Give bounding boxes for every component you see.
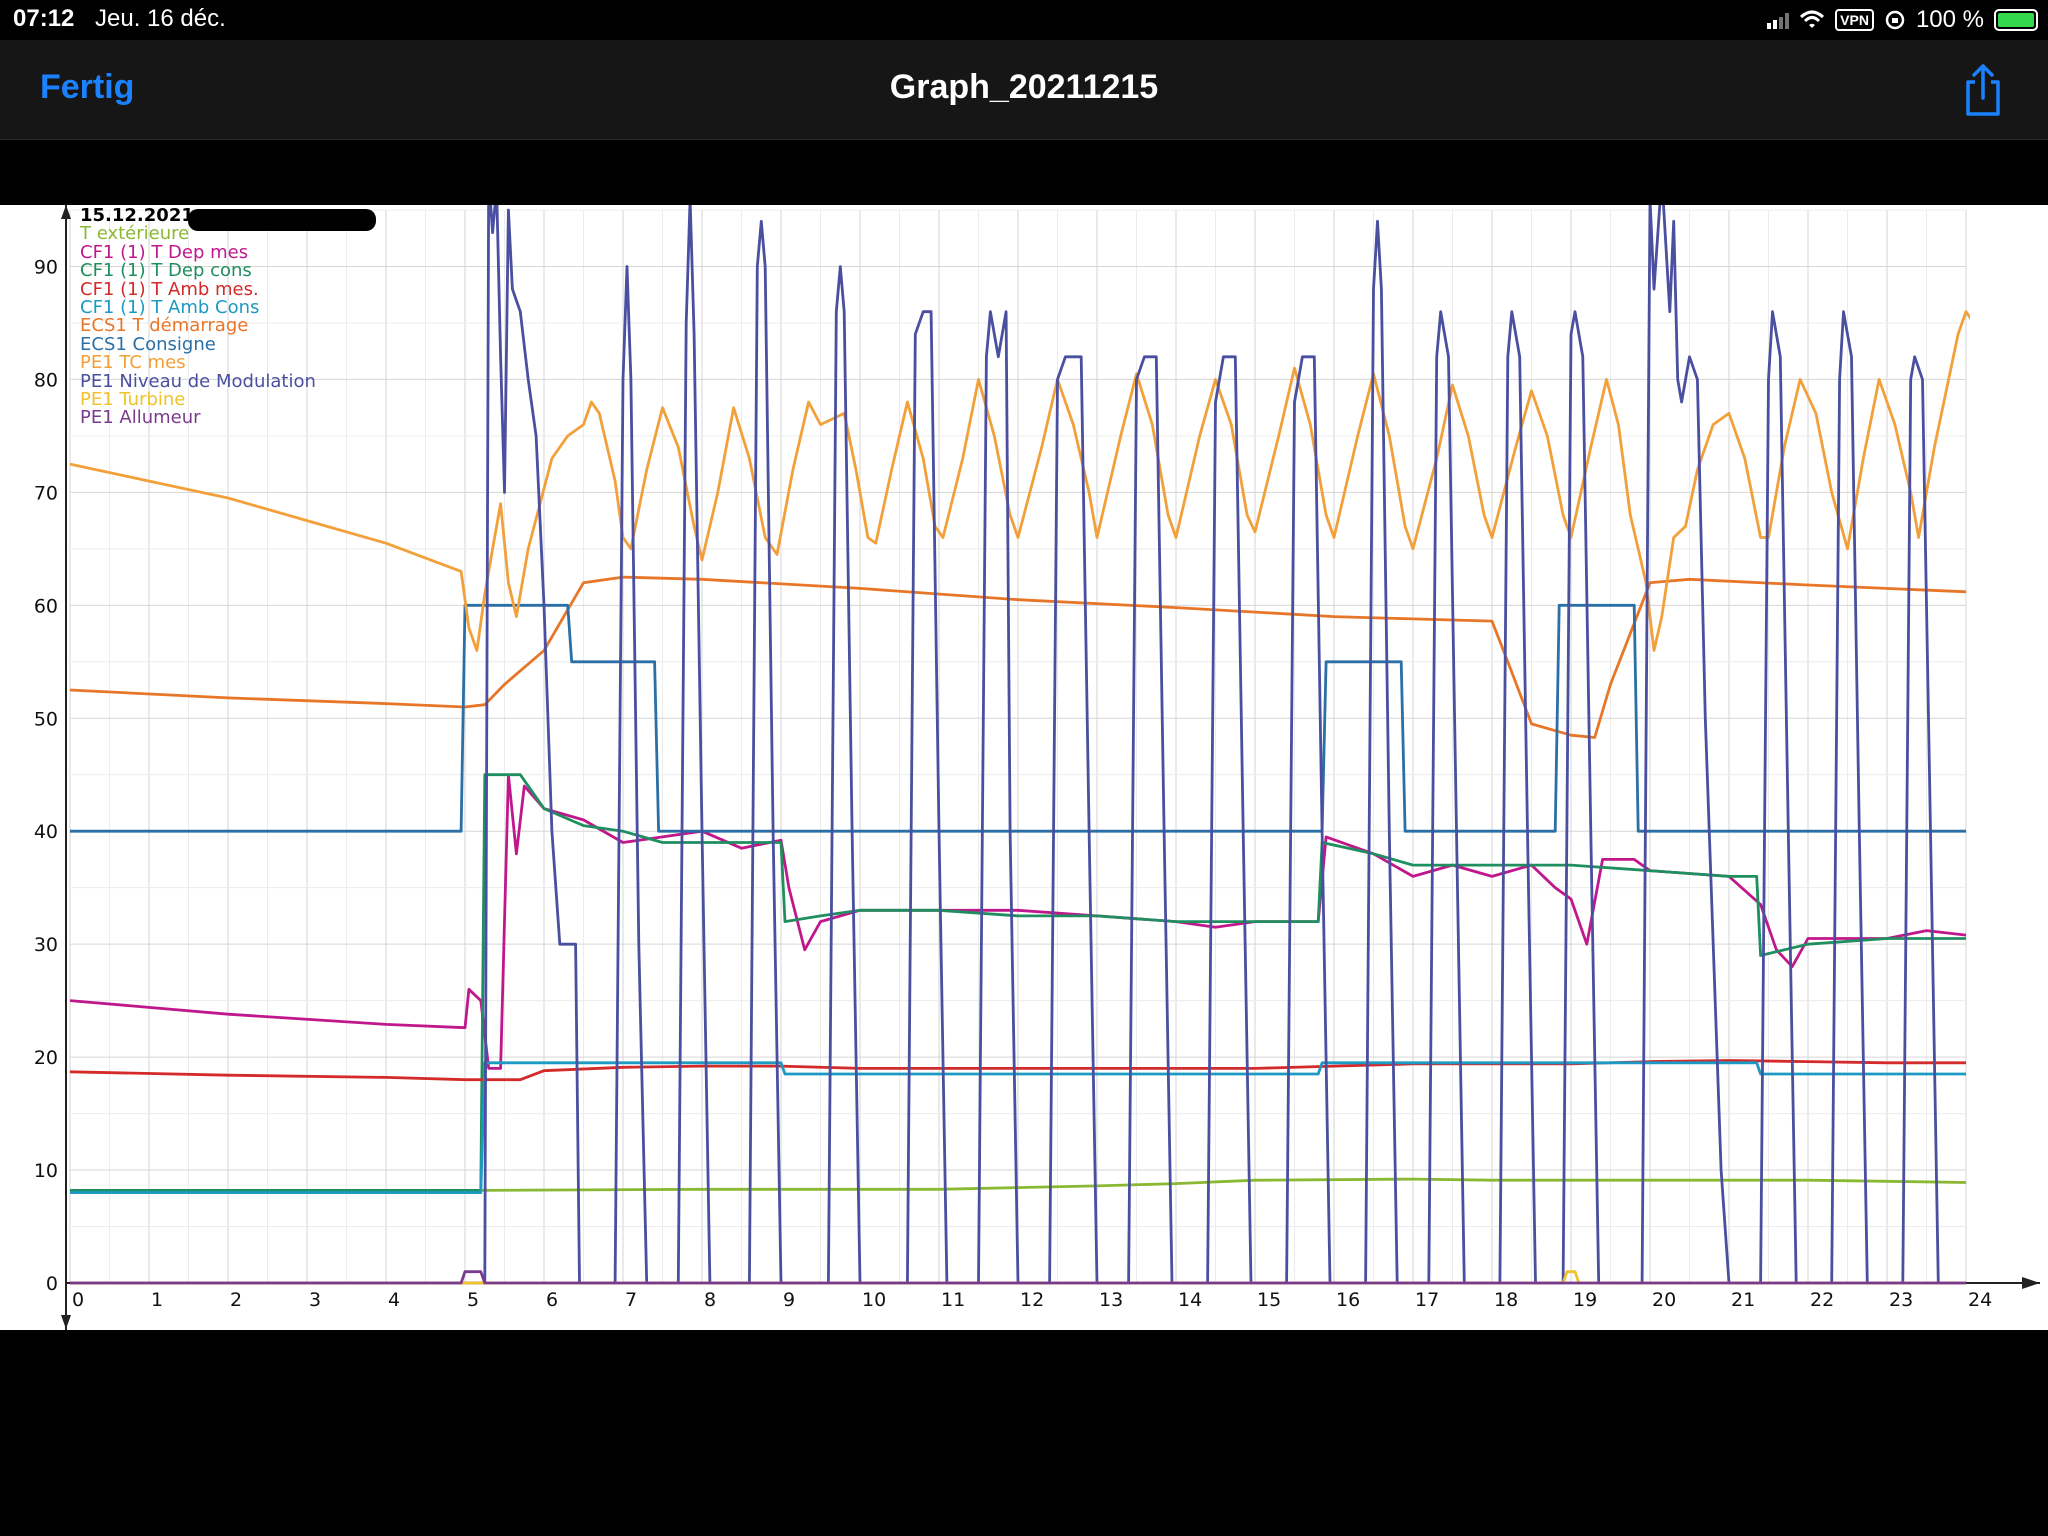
y-tick-label: 40: [34, 821, 58, 843]
x-tick-label: 15: [1257, 1289, 1281, 1311]
vpn-badge: VPN: [1835, 9, 1874, 31]
y-tick-label: 20: [34, 1047, 58, 1069]
y-tick-label: 80: [34, 369, 58, 391]
x-tick-label: 0: [72, 1289, 84, 1311]
redaction-mark: [188, 209, 376, 231]
orientation-lock-icon: [1885, 10, 1905, 30]
wifi-icon: [1800, 10, 1825, 28]
battery-icon: [1994, 9, 2038, 31]
chart-legend: 15.12.2021 T extérieure CF1 (1) T Dep mes…: [80, 206, 316, 429]
y-tick-label: 90: [34, 256, 58, 278]
y-tick-label: 70: [34, 482, 58, 504]
status-time: 07:12: [13, 5, 75, 32]
x-tick-label: 18: [1494, 1289, 1518, 1311]
x-axis-arrow: [2022, 1277, 2040, 1289]
x-tick-label: 24: [1968, 1289, 1992, 1311]
legend-entry: PE1 TC mes: [80, 352, 186, 374]
y-tick-label: 60: [34, 595, 58, 617]
legend-entry: CF1 (1) T Dep cons: [80, 260, 252, 282]
share-icon[interactable]: [1958, 62, 2008, 118]
cellular-signal-icon: [1767, 11, 1790, 29]
y-axis-arrow-down: [61, 1315, 71, 1329]
x-tick-label: 17: [1415, 1289, 1439, 1311]
x-tick-label: 11: [941, 1289, 965, 1311]
x-tick-label: 6: [546, 1289, 558, 1311]
status-bar: 07:12 Jeu. 16 déc. VPN 100 %: [0, 0, 2048, 40]
y-tick-label: 10: [34, 1160, 58, 1182]
y-tick-label: 50: [34, 708, 58, 730]
x-tick-label: 13: [1099, 1289, 1123, 1311]
x-tick-label: 12: [1020, 1289, 1044, 1311]
x-tick-label: 23: [1889, 1289, 1913, 1311]
legend-entry: PE1 Allumeur: [80, 407, 201, 429]
x-tick-label: 21: [1731, 1289, 1755, 1311]
series-line-7: [69, 310, 1970, 652]
x-tick-label: 9: [783, 1289, 795, 1311]
x-tick-label: 10: [862, 1289, 886, 1311]
x-tick-label: 19: [1573, 1289, 1597, 1311]
navigation-bar: Fertig Graph_20211215: [0, 40, 2048, 140]
x-tick-label: 2: [230, 1289, 242, 1311]
x-tick-label: 8: [704, 1289, 716, 1311]
y-tick-label: 0: [46, 1273, 58, 1295]
x-tick-label: 16: [1336, 1289, 1360, 1311]
chart-area: 0 1 2 3 4 5 6 7 8 9 10 11 12 13 14 15 16 17 18 19 20 21 22 23 24…: [0, 205, 2048, 1330]
x-tick-label: 4: [388, 1289, 400, 1311]
page-title: Graph_20211215: [889, 68, 1159, 106]
status-indicators: VPN 100 %: [1767, 5, 2038, 35]
x-tick-label: 3: [309, 1289, 321, 1311]
x-tick-label: 14: [1178, 1289, 1202, 1311]
battery-percent: 100 %: [1915, 6, 1984, 33]
status-date: Jeu. 16 déc.: [95, 5, 226, 32]
x-tick-label: 22: [1810, 1289, 1834, 1311]
x-tick-label: 5: [467, 1289, 479, 1311]
y-tick-label: 30: [34, 934, 58, 956]
x-tick-label: 20: [1652, 1289, 1676, 1311]
x-tick-label: 1: [151, 1289, 163, 1311]
x-tick-label: 7: [625, 1289, 637, 1311]
